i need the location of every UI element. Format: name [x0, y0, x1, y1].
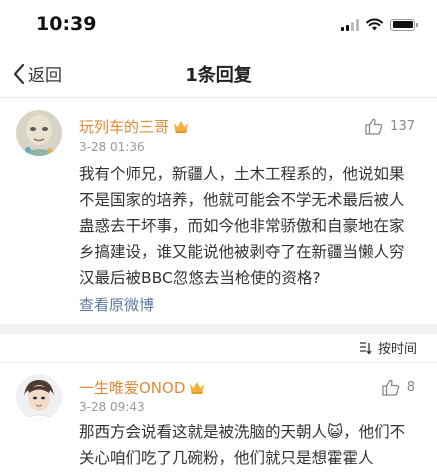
status-time: 10:39: [36, 13, 97, 35]
status-icons: [341, 18, 418, 31]
like-count: 137: [390, 119, 415, 134]
avatar[interactable]: [16, 110, 62, 156]
sort-icon: [359, 341, 372, 355]
signal-icon: [341, 18, 359, 31]
like-button[interactable]: 137: [365, 118, 415, 135]
sort-bar: 按时间: [0, 334, 437, 362]
nav-bar: 返回 1条回复: [0, 54, 437, 96]
reply-like-count: 8: [406, 380, 415, 395]
page-title: 1条回复: [185, 65, 252, 86]
reply-avatar[interactable]: [16, 374, 62, 420]
reply-like-button[interactable]: 8: [382, 379, 415, 396]
sort-by-time-button[interactable]: 按时间: [358, 338, 417, 357]
comment-date: 3-28 01:36: [79, 140, 145, 154]
status-bar: 10:39: [0, 0, 437, 44]
username-text: 玩列车的三哥: [79, 118, 170, 136]
thumbs-up-icon: [382, 379, 399, 396]
sort-label: 按时间: [377, 342, 417, 357]
comment-username[interactable]: 玩列车的三哥: [79, 116, 189, 137]
comment-text: 我有个师兄，新疆人，土木工程系的，他说如果不是国家的培养，他就可能会不学无术最后…: [79, 165, 405, 287]
view-original-link[interactable]: 查看原微博: [79, 294, 154, 315]
battery-icon: [390, 18, 418, 31]
wifi-icon: [366, 18, 383, 31]
main-comment: 玩列车的三哥 3-28 01:36 137 我有个师兄，新疆人，土木工程系的，他…: [0, 98, 437, 324]
crown-badge-icon: [190, 382, 205, 394]
reply-text: 那西方会说看这就是被洗脑的天朝人😺，他们不关心咱们吃了几碗粉，他们就只是想霍霍人: [79, 423, 406, 467]
reply-date: 3-28 09:43: [79, 400, 145, 414]
reply-username-text: 一生唯爱ONOD: [79, 379, 186, 397]
reply-username[interactable]: 一生唯爱ONOD: [79, 377, 205, 398]
thumbs-up-icon: [365, 118, 383, 135]
section-separator: [0, 324, 437, 334]
crown-badge-icon: [174, 121, 189, 133]
reply-comment: 一生唯爱ONOD 3-28 09:43 8 那西方会说看这就是被洗脑的天朝人😺，…: [0, 363, 437, 474]
